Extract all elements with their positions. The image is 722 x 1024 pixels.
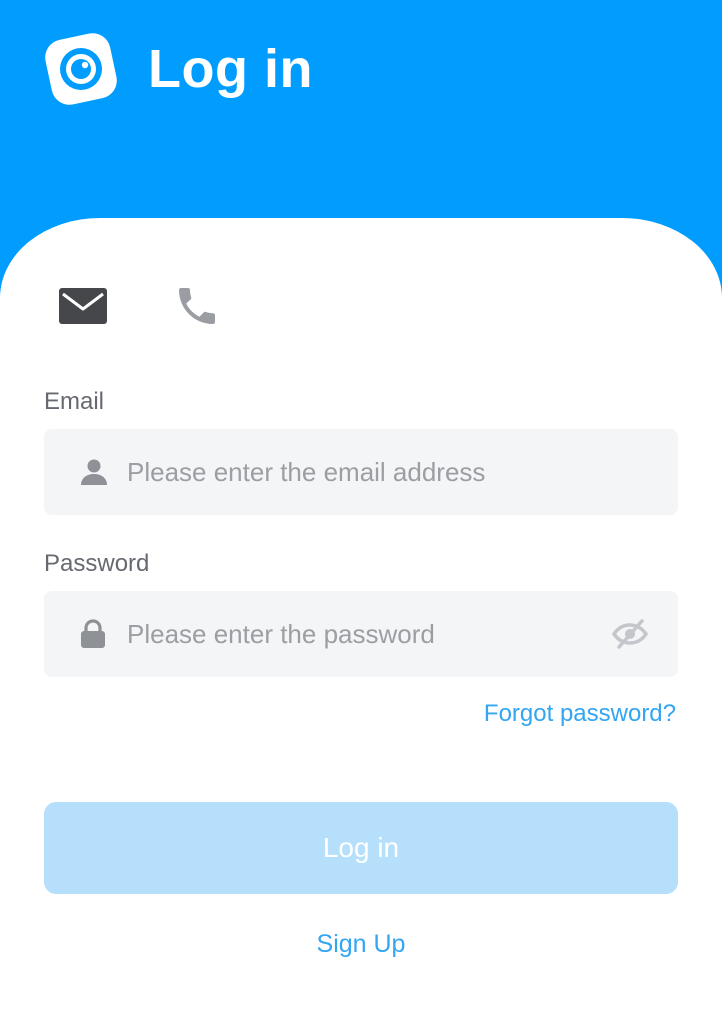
password-input-box[interactable]	[44, 591, 678, 677]
email-login-tab-icon[interactable]	[58, 285, 108, 327]
forgot-password-link[interactable]: Forgot password?	[484, 700, 676, 728]
password-label: Password	[44, 550, 150, 577]
eye-off-icon[interactable]	[612, 618, 648, 650]
user-icon	[81, 459, 107, 485]
email-input[interactable]	[127, 429, 597, 515]
email-input-box[interactable]	[44, 429, 678, 515]
sign-up-link[interactable]: Sign Up	[0, 930, 722, 959]
email-label: Email	[44, 388, 105, 415]
page-title: Log in	[148, 39, 313, 99]
lock-icon	[81, 619, 105, 648]
phone-login-tab-icon[interactable]	[172, 282, 222, 330]
app-logo-icon	[45, 33, 117, 105]
login-button[interactable]: Log in	[44, 802, 678, 894]
password-input[interactable]	[127, 591, 597, 677]
